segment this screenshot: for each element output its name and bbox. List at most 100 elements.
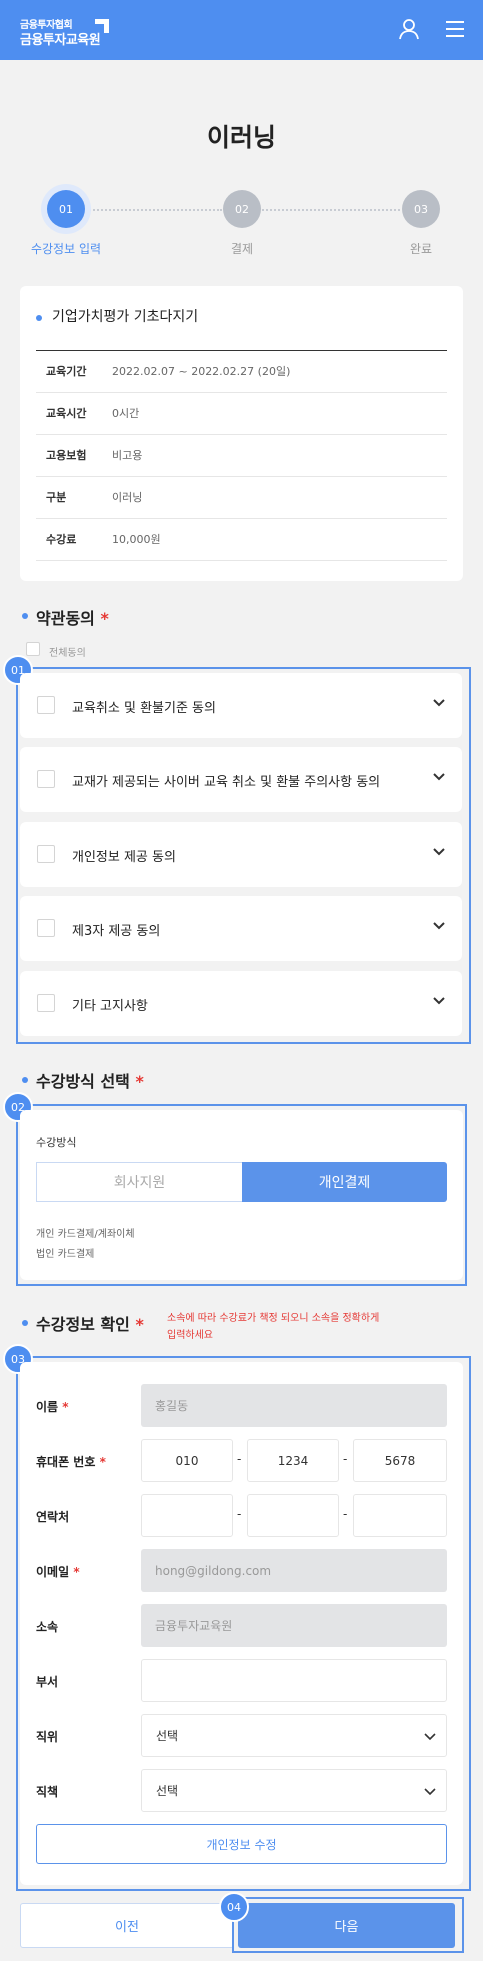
email-label-text: 이메일 (36, 1565, 70, 1579)
duty-select-value: 선택 (156, 1784, 179, 1798)
terms-checkbox[interactable] (37, 845, 55, 863)
divider (36, 560, 447, 561)
bullet-icon (22, 1320, 28, 1326)
logo-mark-icon (95, 19, 109, 33)
info-value: 10,000원 (112, 533, 161, 546)
bullet-icon (22, 613, 28, 619)
terms-item-label: 개인정보 제공 동의 (72, 850, 176, 865)
step-1-circle: 01 (47, 190, 85, 228)
dash: - (237, 1452, 242, 1466)
mobile-field-2[interactable]: 1234 (247, 1439, 339, 1482)
department-field[interactable] (141, 1659, 447, 1702)
terms-item-label: 교재가 제공되는 사이버 교육 취소 및 환불 주의사항 동의 (72, 775, 381, 790)
info-label: 고용보험 (46, 449, 87, 462)
contact-field-3[interactable] (353, 1494, 447, 1537)
email-field[interactable]: hong@gildong.com (141, 1549, 447, 1592)
bullet-icon (36, 315, 42, 321)
divider (36, 392, 447, 393)
step-3-circle: 03 (402, 190, 440, 228)
info-label: 교육시간 (46, 407, 87, 420)
affiliation-label: 소속 (36, 1620, 59, 1634)
terms-item[interactable]: 교육취소 및 환불기준 동의 (20, 673, 462, 738)
terms-item-label: 기타 고지사항 (72, 999, 148, 1014)
required-mark: * (100, 609, 109, 628)
method-field-label: 수강방식 (36, 1136, 77, 1149)
mobile-field-3[interactable]: 5678 (353, 1439, 447, 1482)
info-value: 2022.02.07 ~ 2022.02.27 (20일) (112, 365, 291, 378)
next-badge: 04 (219, 1892, 249, 1922)
method-desc-2: 법인 카드결제 (36, 1249, 95, 1260)
affiliation-notice-line2: 입력하세요 (167, 1330, 213, 1341)
terms-checkbox[interactable] (37, 919, 55, 937)
info-value: 0시간 (112, 407, 140, 420)
prev-button[interactable]: 이전 (20, 1903, 234, 1948)
divider (36, 350, 447, 351)
agree-all-checkbox[interactable] (26, 642, 40, 656)
mobile-field-1[interactable]: 010 (141, 1439, 233, 1482)
dash: - (343, 1507, 348, 1521)
department-label: 부서 (36, 1675, 59, 1689)
method-option-personal[interactable]: 개인결제 (242, 1162, 447, 1202)
chevron-down-icon[interactable] (432, 696, 446, 710)
chevron-down-icon[interactable] (432, 770, 446, 784)
affiliation-notice-line1: 소속에 따라 수강료가 책정 되오니 소속을 정확하게 (167, 1313, 380, 1324)
step-2-circle: 02 (223, 190, 261, 228)
position-select-value: 선택 (156, 1729, 179, 1743)
user-icon[interactable] (397, 17, 421, 41)
info-label: 교육기간 (46, 365, 87, 378)
terms-item[interactable]: 기타 고지사항 (20, 971, 462, 1036)
terms-item[interactable]: 제3자 제공 동의 (20, 896, 462, 961)
step-connector (262, 209, 400, 211)
method-title-text: 수강방식 선택 (36, 1072, 130, 1091)
contact-field-2[interactable] (247, 1494, 339, 1537)
name-field[interactable]: 홍길동 (141, 1384, 447, 1427)
step-1-label: 수강정보 입력 (30, 242, 102, 256)
divider (36, 476, 447, 477)
info-section-title: 수강정보 확인 * (36, 1311, 144, 1335)
method-option-company[interactable]: 회사지원 (36, 1162, 242, 1202)
divider (36, 518, 447, 519)
chevron-down-icon[interactable] (432, 845, 446, 859)
terms-checkbox[interactable] (37, 696, 55, 714)
affiliation-field[interactable]: 금융투자교육원 (141, 1604, 447, 1647)
method-desc-1: 개인 카드결제/계좌이체 (36, 1229, 135, 1240)
menu-icon[interactable] (443, 17, 467, 41)
page-title: 이러닝 (206, 123, 276, 152)
terms-checkbox[interactable] (37, 770, 55, 788)
step-connector (86, 209, 222, 211)
next-button[interactable]: 다음 (238, 1903, 455, 1948)
required-mark: * (135, 1315, 144, 1334)
terms-title-text: 약관동의 (36, 609, 95, 628)
contact-field-1[interactable] (141, 1494, 233, 1537)
bullet-icon (22, 1077, 28, 1083)
required-mark: * (62, 1400, 69, 1414)
terms-item[interactable]: 교재가 제공되는 사이버 교육 취소 및 환불 주의사항 동의 (20, 747, 462, 812)
info-label: 수강료 (46, 533, 77, 546)
duty-select[interactable]: 선택 (141, 1769, 447, 1812)
chevron-down-icon (424, 1788, 436, 1796)
terms-section-title: 약관동의 * (36, 605, 109, 629)
name-label-text: 이름 (36, 1400, 59, 1414)
divider (36, 434, 447, 435)
edit-personal-info-button[interactable]: 개인정보 수정 (36, 1824, 447, 1864)
required-mark: * (99, 1455, 106, 1469)
agree-all-label: 전체동의 (49, 648, 86, 659)
dash: - (343, 1452, 348, 1466)
terms-checkbox[interactable] (37, 994, 55, 1012)
required-mark: * (135, 1072, 144, 1091)
duty-label: 직책 (36, 1785, 59, 1799)
mobile-label: 휴대폰 번호 * (36, 1453, 106, 1470)
logo-line2: 금융투자교육원 (20, 33, 101, 48)
method-section-title: 수강방식 선택 * (36, 1068, 144, 1092)
position-select[interactable]: 선택 (141, 1714, 447, 1757)
chevron-down-icon[interactable] (432, 994, 446, 1008)
chevron-down-icon[interactable] (432, 919, 446, 933)
step-2-label: 결제 (230, 242, 254, 256)
email-label: 이메일 * (36, 1563, 80, 1580)
step-3-label: 완료 (409, 242, 433, 256)
chevron-down-icon (424, 1733, 436, 1741)
course-title: 기업가치평가 기초다지기 (52, 309, 199, 325)
contact-label: 연락처 (36, 1510, 70, 1524)
terms-item[interactable]: 개인정보 제공 동의 (20, 822, 462, 887)
info-value: 비고용 (112, 449, 143, 462)
